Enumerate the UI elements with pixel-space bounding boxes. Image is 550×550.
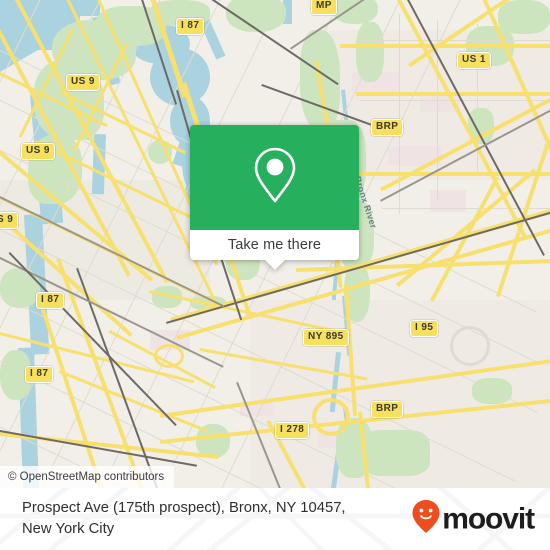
callout-action-panel[interactable]: Take me there xyxy=(190,230,359,270)
location-title-line-1: Prospect Ave (175th prospect), Bronx, NY… xyxy=(22,500,346,516)
take-me-there-label: Take me there xyxy=(227,237,322,253)
road-shield: US 9 xyxy=(66,74,100,91)
location-callout[interactable]: Take me there xyxy=(190,125,359,270)
road-shield: S 9 xyxy=(0,212,19,229)
road-shield: BRP xyxy=(371,401,404,418)
osm-attribution[interactable]: © OpenStreetMap contributors xyxy=(0,466,175,488)
moovit-logo[interactable]: moovit xyxy=(411,499,535,540)
road-shield: I 87 xyxy=(25,366,54,383)
road-shield: US 9 xyxy=(21,143,55,160)
footer-bar: Prospect Ave (175th prospect), Bronx, NY… xyxy=(0,488,550,550)
moovit-wordmark: moovit xyxy=(442,502,535,535)
osm-attribution-text: © OpenStreetMap contributors xyxy=(8,471,165,483)
map-pin-icon xyxy=(252,145,298,210)
road-shield: I 87 xyxy=(36,292,65,309)
callout-icon-panel xyxy=(190,125,359,230)
location-title-line-2: New York City xyxy=(22,521,115,537)
road-shield: I 278 xyxy=(275,422,310,439)
moovit-pin-icon xyxy=(411,499,441,540)
road-shield: US 1 xyxy=(457,52,491,69)
location-title: Prospect Ave (175th prospect), Bronx, NY… xyxy=(22,498,392,540)
map-canvas[interactable]: Bronx River I 87 MP US 1 US 9 BRP US 9 S… xyxy=(0,0,550,488)
road-shield: I 87 xyxy=(176,18,205,35)
road-shield: MP xyxy=(311,0,337,15)
callout-tail xyxy=(264,259,285,270)
road-shield: I 95 xyxy=(410,320,439,337)
road-shield: BRP xyxy=(371,119,404,136)
road-shield: NY 895 xyxy=(303,329,349,346)
map-screenshot: Bronx River I 87 MP US 1 US 9 BRP US 9 S… xyxy=(0,0,550,550)
